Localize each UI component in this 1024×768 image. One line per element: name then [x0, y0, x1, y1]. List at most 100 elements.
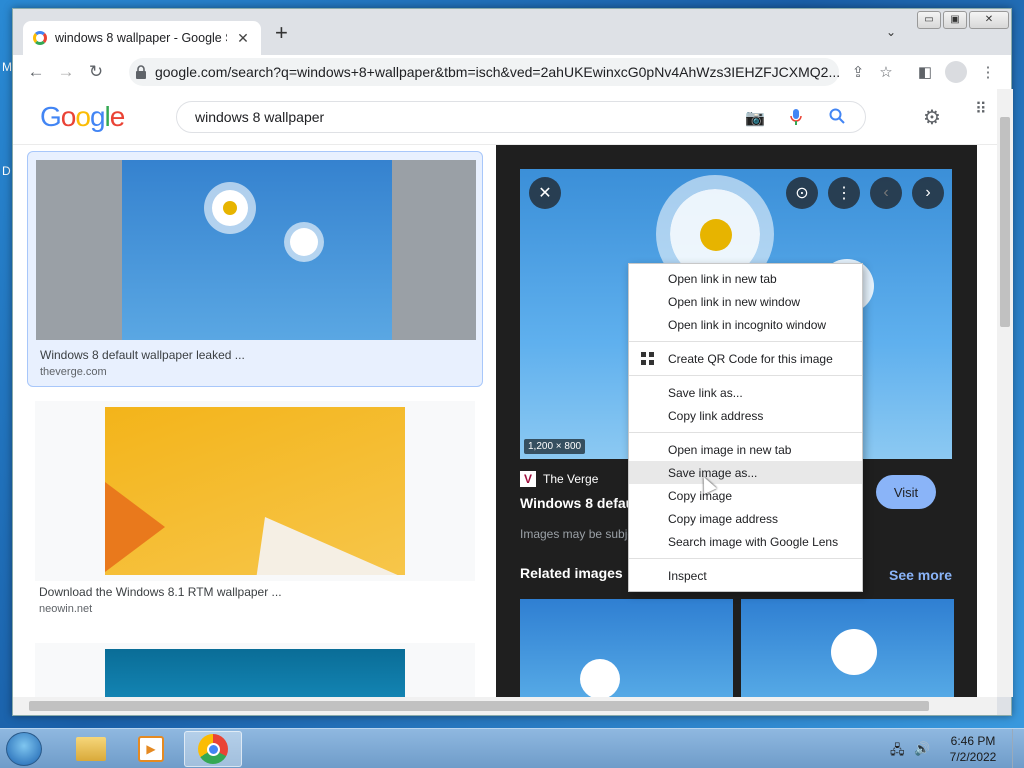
menu-item-inspect[interactable]: Inspect: [629, 564, 862, 587]
share-icon[interactable]: ⇪: [843, 57, 873, 87]
search-box[interactable]: 📷: [176, 101, 866, 133]
the-verge-logo-icon: V: [520, 471, 536, 487]
menu-separator: [629, 558, 862, 559]
result-thumbnail[interactable]: [35, 401, 475, 581]
back-button[interactable]: ←: [21, 57, 51, 87]
menu-item-search-google-lens[interactable]: Search image with Google Lens: [629, 530, 862, 553]
menu-item-copy-image-address[interactable]: Copy image address: [629, 507, 862, 530]
result-source[interactable]: neowin.net: [39, 603, 92, 615]
forward-button[interactable]: →: [51, 57, 81, 87]
menu-item-open-link-new-tab[interactable]: Open link in new tab: [629, 267, 862, 290]
qr-code-icon: [641, 352, 654, 365]
minimize-button[interactable]: ▭: [917, 11, 941, 29]
vertical-scrollbar[interactable]: [997, 89, 1013, 697]
result-caption[interactable]: Windows 8 default wallpaper leaked ...: [40, 348, 245, 362]
image-dimensions: 1,200 × 800: [524, 439, 586, 454]
see-more-link[interactable]: See more: [889, 567, 952, 583]
horizontal-scroll-thumb[interactable]: [29, 701, 929, 711]
menu-item-save-link-as[interactable]: Save link as...: [629, 381, 862, 404]
result-card-selected[interactable]: Windows 8 default wallpaper leaked ... t…: [27, 151, 483, 387]
result-thumbnail[interactable]: [36, 160, 476, 340]
system-clock[interactable]: 6:46 PM 7/2/2022: [944, 733, 1002, 765]
browser-toolbar: ← → ↻ google.com/search?q=windows+8+wall…: [13, 55, 1011, 89]
menu-item-copy-image[interactable]: Copy image: [629, 484, 862, 507]
result-caption[interactable]: Download the Windows 8.1 RTM wallpaper .…: [39, 585, 282, 599]
result-source[interactable]: theverge.com: [40, 366, 107, 378]
vertical-scroll-thumb[interactable]: [1000, 117, 1010, 327]
related-image[interactable]: [520, 599, 733, 697]
more-options-icon[interactable]: ⋮: [828, 177, 860, 209]
lens-search-icon[interactable]: ⊙: [786, 177, 818, 209]
menu-item-copy-link-address[interactable]: Copy link address: [629, 404, 862, 427]
google-apps-grid-icon[interactable]: ⠿: [975, 102, 987, 118]
maximize-button[interactable]: ▣: [943, 11, 967, 29]
url-text[interactable]: google.com/search?q=windows+8+wallpaper&…: [155, 64, 839, 80]
lock-icon[interactable]: [135, 65, 147, 79]
logo-letter: g: [89, 101, 106, 132]
menu-item-create-qr-code[interactable]: Create QR Code for this image: [629, 347, 862, 370]
camera-search-icon[interactable]: 📷: [745, 108, 765, 128]
network-icon[interactable]: 🖧: [890, 741, 905, 763]
daisy-flower: [580, 659, 620, 697]
logo-letter: e: [109, 101, 126, 132]
menu-separator: [629, 341, 862, 342]
windows81-wallpaper-image: [105, 407, 405, 575]
chrome-icon: [198, 734, 228, 764]
address-bar[interactable]: google.com/search?q=windows+8+wallpaper&…: [129, 58, 839, 86]
taskbar-media-player[interactable]: ▶: [122, 731, 180, 767]
show-desktop-button[interactable]: [1012, 729, 1024, 768]
tab-title: windows 8 wallpaper - Google Se: [55, 31, 227, 45]
horizontal-scrollbar[interactable]: [13, 697, 997, 715]
tab-strip: windows 8 wallpaper - Google Se ✕ + ⌄ ▭ …: [13, 9, 1011, 55]
result-card[interactable]: Download the Windows 8.1 RTM wallpaper .…: [27, 393, 483, 625]
related-image[interactable]: [741, 599, 954, 697]
next-image-icon[interactable]: ›: [912, 177, 944, 209]
windows-taskbar: ▶ 🖧 🔊 6:46 PM 7/2/2022: [0, 728, 1024, 768]
result-thumbnail[interactable]: [35, 643, 475, 697]
start-button[interactable]: [6, 732, 42, 766]
desktop-icon-label[interactable]: M: [2, 60, 12, 74]
preview-source[interactable]: V The Verge: [520, 471, 598, 487]
previous-image-icon[interactable]: ‹: [870, 177, 902, 209]
visit-button[interactable]: Visit: [876, 475, 936, 509]
search-icon[interactable]: [829, 108, 845, 124]
google-logo[interactable]: Google: [40, 101, 126, 133]
browser-menu-icon[interactable]: ⋮: [973, 57, 1003, 87]
reload-button[interactable]: ↻: [81, 57, 111, 87]
new-tab-button[interactable]: +: [275, 22, 288, 44]
result-card[interactable]: [27, 635, 483, 697]
menu-item-label: Create QR Code for this image: [668, 351, 833, 366]
preview-title[interactable]: Windows 8 default wallpaper leaked: [520, 495, 632, 511]
profile-avatar-icon[interactable]: [941, 57, 971, 87]
clock-time: 6:46 PM: [950, 734, 996, 748]
side-panel-icon[interactable]: ◧: [910, 57, 940, 87]
daisy-center: [700, 219, 732, 251]
clock-date: 7/2/2022: [949, 750, 997, 764]
close-preview-icon[interactable]: ✕: [529, 177, 561, 209]
volume-icon[interactable]: 🔊: [914, 741, 930, 757]
white-shape: [255, 517, 405, 575]
menu-item-save-image-as[interactable]: Save image as...: [629, 461, 862, 484]
tab-close-icon[interactable]: ✕: [235, 30, 251, 47]
preview-source-name: The Verge: [543, 472, 599, 486]
logo-letter: o: [60, 101, 77, 132]
daisy-center: [223, 201, 237, 215]
desktop-icon-label[interactable]: D: [2, 164, 11, 178]
menu-item-open-link-incognito[interactable]: Open link in incognito window: [629, 313, 862, 336]
bookmark-star-icon[interactable]: ☆: [871, 57, 901, 87]
menu-item-open-image-new-tab[interactable]: Open image in new tab: [629, 438, 862, 461]
teal-wallpaper-image: [105, 649, 405, 697]
search-input[interactable]: [195, 109, 715, 125]
logo-letter: G: [40, 101, 62, 132]
close-window-button[interactable]: ✕: [969, 11, 1009, 29]
image-results-column: Windows 8 default wallpaper leaked ... t…: [13, 145, 495, 697]
taskbar-explorer[interactable]: [62, 731, 120, 767]
menu-item-open-link-new-window[interactable]: Open link in new window: [629, 290, 862, 313]
settings-gear-icon[interactable]: ⚙: [923, 105, 941, 130]
taskbar-chrome[interactable]: [184, 731, 242, 767]
orange-shape: [105, 467, 165, 575]
tab-search-chevron-icon[interactable]: ⌄: [886, 25, 896, 39]
google-favicon-icon: [33, 31, 47, 45]
microphone-icon[interactable]: [789, 108, 803, 126]
tab-google-search[interactable]: windows 8 wallpaper - Google Se ✕: [23, 21, 261, 55]
